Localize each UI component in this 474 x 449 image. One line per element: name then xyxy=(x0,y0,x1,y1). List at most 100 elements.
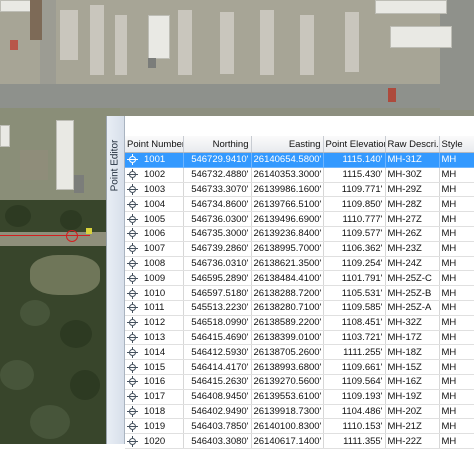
table-row[interactable]: 1003 546733.3070' 26139986.1600' 1109.771' M… xyxy=(125,182,474,198)
easting-cell[interactable]: 26138399.0100' xyxy=(251,330,324,346)
raw-description-cell[interactable]: MH-22Z xyxy=(385,433,440,449)
easting-cell[interactable]: 26140100.8300' xyxy=(251,418,324,435)
point-number-cell[interactable]: 1001 xyxy=(125,152,184,168)
style-cell[interactable]: MH xyxy=(439,256,474,272)
raw-description-cell[interactable]: MH-23Z xyxy=(385,241,440,257)
elevation-cell[interactable]: 1108.451' xyxy=(323,315,386,331)
northing-cell[interactable]: 546735.3000' xyxy=(183,226,252,242)
style-cell[interactable]: MH xyxy=(439,418,474,435)
style-cell[interactable]: MH xyxy=(439,211,474,227)
table-row[interactable]: 1019 546403.7850' 26140100.8300' 1110.153' M… xyxy=(125,418,474,435)
elevation-cell[interactable]: 1111.355' xyxy=(323,433,386,449)
style-cell[interactable]: MH xyxy=(439,330,474,346)
northing-cell[interactable]: 546732.4880' xyxy=(183,167,252,183)
easting-cell[interactable]: 26139766.5100' xyxy=(251,196,324,213)
northing-cell[interactable]: 546734.8600' xyxy=(183,196,252,213)
elevation-cell[interactable]: 1104.486' xyxy=(323,404,386,420)
easting-cell[interactable]: 26139236.8400' xyxy=(251,226,324,242)
elevation-cell[interactable]: 1109.661' xyxy=(323,359,386,375)
column-header-point-number[interactable]: Point Number xyxy=(125,136,184,153)
point-number-cell[interactable]: 1009 xyxy=(125,270,184,287)
table-row[interactable]: 1004 546734.8600' 26139766.5100' 1109.850' M… xyxy=(125,196,474,213)
elevation-cell[interactable]: 1111.255' xyxy=(323,344,386,361)
easting-cell[interactable]: 26139496.6900' xyxy=(251,211,324,227)
point-number-cell[interactable]: 1014 xyxy=(125,344,184,361)
style-cell[interactable]: MH xyxy=(439,196,474,213)
elevation-cell[interactable]: 1103.721' xyxy=(323,330,386,346)
easting-cell[interactable]: 26138993.6800' xyxy=(251,359,324,375)
easting-cell[interactable]: 26139553.6100' xyxy=(251,389,324,405)
table-row[interactable]: 1012 546518.0990' 26138589.2200' 1108.451' M… xyxy=(125,315,474,331)
point-number-cell[interactable]: 1002 xyxy=(125,167,184,183)
point-number-cell[interactable]: 1012 xyxy=(125,315,184,331)
column-header-easting[interactable]: Easting xyxy=(251,136,324,153)
point-number-cell[interactable]: 1013 xyxy=(125,330,184,346)
elevation-cell[interactable]: 1109.585' xyxy=(323,300,386,316)
raw-description-cell[interactable]: MH-31Z xyxy=(385,152,440,168)
point-number-cell[interactable]: 1011 xyxy=(125,300,184,316)
elevation-cell[interactable]: 1105.531' xyxy=(323,285,386,301)
northing-cell[interactable]: 546597.5180' xyxy=(183,285,252,301)
style-cell[interactable]: MH xyxy=(439,433,474,449)
easting-cell[interactable]: 26139270.5600' xyxy=(251,374,324,390)
raw-description-cell[interactable]: MH-25Z-A xyxy=(385,300,440,316)
raw-description-cell[interactable]: MH-30Z xyxy=(385,167,440,183)
style-cell[interactable]: MH xyxy=(439,167,474,183)
northing-cell[interactable]: 546412.5930' xyxy=(183,344,252,361)
northing-cell[interactable]: 546402.9490' xyxy=(183,404,252,420)
style-cell[interactable]: MH xyxy=(439,285,474,301)
point-number-cell[interactable]: 1007 xyxy=(125,241,184,257)
style-cell[interactable]: MH xyxy=(439,182,474,198)
style-cell[interactable]: MH xyxy=(439,270,474,287)
table-row[interactable]: 1015 546414.4170' 26138993.6800' 1109.661' M… xyxy=(125,359,474,375)
table-row[interactable]: 1013 546415.4690' 26138399.0100' 1103.721' M… xyxy=(125,330,474,346)
style-cell[interactable]: MH xyxy=(439,315,474,331)
raw-description-cell[interactable]: MH-27Z xyxy=(385,211,440,227)
column-header-point-elevation[interactable]: Point Elevation xyxy=(323,136,386,153)
easting-cell[interactable]: 26138484.4100' xyxy=(251,270,324,287)
style-cell[interactable]: MH xyxy=(439,300,474,316)
elevation-cell[interactable]: 1106.362' xyxy=(323,241,386,257)
style-cell[interactable]: MH xyxy=(439,404,474,420)
raw-description-cell[interactable]: MH-16Z xyxy=(385,374,440,390)
raw-description-cell[interactable]: MH-17Z xyxy=(385,330,440,346)
northing-cell[interactable]: 546403.7850' xyxy=(183,418,252,435)
point-number-cell[interactable]: 1017 xyxy=(125,389,184,405)
point-number-cell[interactable]: 1004 xyxy=(125,196,184,213)
northing-cell[interactable]: 546415.4690' xyxy=(183,330,252,346)
raw-description-cell[interactable]: MH-32Z xyxy=(385,315,440,331)
elevation-cell[interactable]: 1109.850' xyxy=(323,196,386,213)
table-row[interactable]: 1014 546412.5930' 26138705.2600' 1111.255' M… xyxy=(125,344,474,361)
northing-cell[interactable]: 546736.0310' xyxy=(183,256,252,272)
northing-cell[interactable]: 546414.4170' xyxy=(183,359,252,375)
northing-cell[interactable]: 545513.2230' xyxy=(183,300,252,316)
table-row[interactable]: 1001 546729.9410' 26140654.5800' 1115.140' M… xyxy=(125,152,474,168)
table-row[interactable]: 1010 546597.5180' 26138288.7200' 1105.531' M… xyxy=(125,285,474,301)
northing-cell[interactable]: 546736.0300' xyxy=(183,211,252,227)
point-number-cell[interactable]: 1018 xyxy=(125,404,184,420)
elevation-cell[interactable]: 1101.791' xyxy=(323,270,386,287)
raw-description-cell[interactable]: MH-25Z-C xyxy=(385,270,440,287)
easting-cell[interactable]: 26138621.3500' xyxy=(251,256,324,272)
point-number-cell[interactable]: 1010 xyxy=(125,285,184,301)
northing-cell[interactable]: 546739.2860' xyxy=(183,241,252,257)
easting-cell[interactable]: 26138995.7000' xyxy=(251,241,324,257)
elevation-cell[interactable]: 1109.771' xyxy=(323,182,386,198)
easting-cell[interactable]: 26140654.5800' xyxy=(251,152,324,168)
table-row[interactable]: 1002 546732.4880' 26140353.3000' 1115.430' M… xyxy=(125,167,474,183)
easting-cell[interactable]: 26140353.3000' xyxy=(251,167,324,183)
table-row[interactable]: 1005 546736.0300' 26139496.6900' 1110.777' M… xyxy=(125,211,474,227)
raw-description-cell[interactable]: MH-28Z xyxy=(385,196,440,213)
easting-cell[interactable]: 26139986.1600' xyxy=(251,182,324,198)
northing-cell[interactable]: 546403.3080' xyxy=(183,433,252,449)
raw-description-cell[interactable]: MH-26Z xyxy=(385,226,440,242)
easting-cell[interactable]: 26140617.1400' xyxy=(251,433,324,449)
raw-description-cell[interactable]: MH-18Z xyxy=(385,344,440,361)
northing-cell[interactable]: 546518.0990' xyxy=(183,315,252,331)
elevation-cell[interactable]: 1109.577' xyxy=(323,226,386,242)
point-number-cell[interactable]: 1016 xyxy=(125,374,184,390)
style-cell[interactable]: MH xyxy=(439,359,474,375)
point-number-cell[interactable]: 1020 xyxy=(125,433,184,449)
point-number-cell[interactable]: 1019 xyxy=(125,418,184,435)
style-cell[interactable]: MH xyxy=(439,389,474,405)
